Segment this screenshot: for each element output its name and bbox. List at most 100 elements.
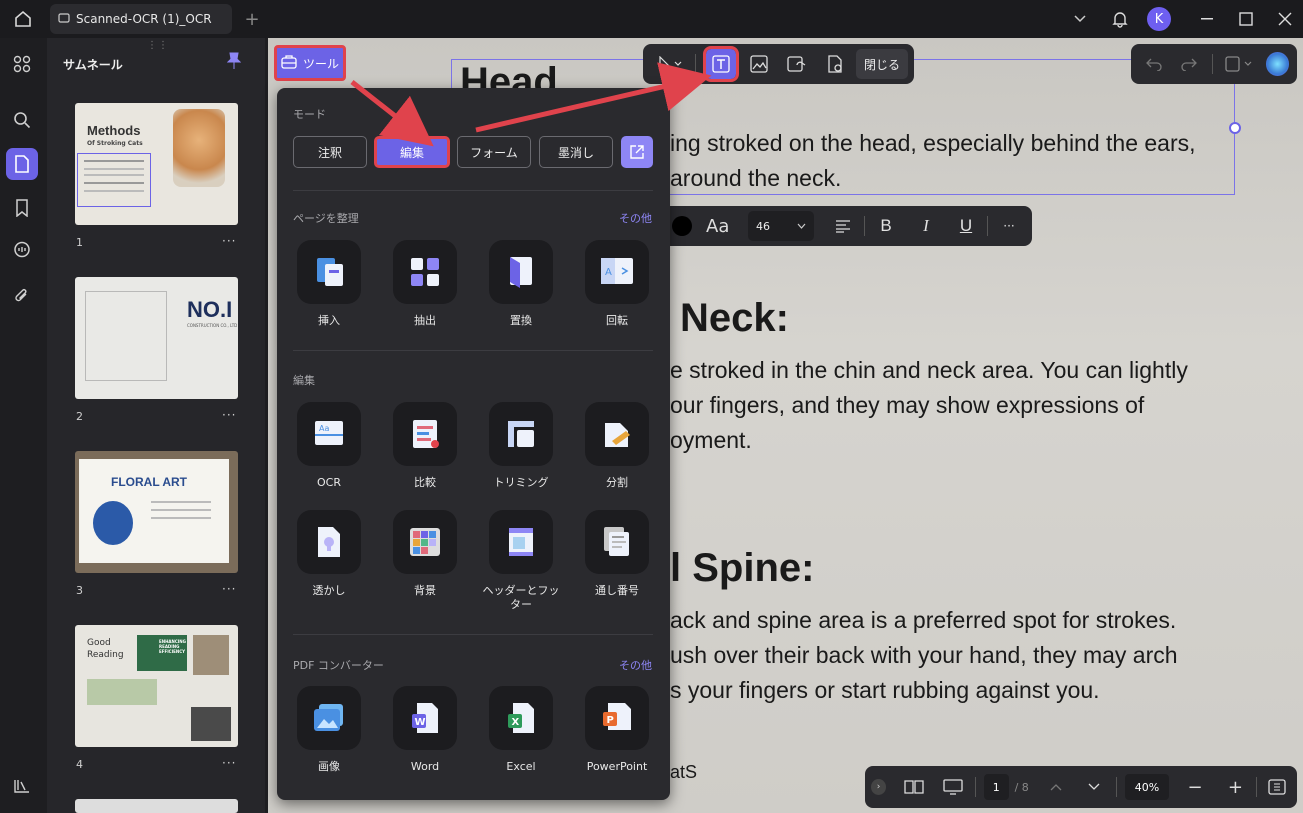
link-edit-icon[interactable] <box>782 49 812 79</box>
redo-icon[interactable] <box>1174 49 1203 79</box>
home-icon[interactable] <box>8 0 38 38</box>
header-footer-icon <box>489 510 553 574</box>
mode-form-button[interactable]: フォーム <box>457 136 531 168</box>
tool-ocr[interactable]: Aa OCR <box>289 402 369 490</box>
tool-header-footer[interactable]: ヘッダーとフッター <box>481 510 561 612</box>
thumb-more-button[interactable]: ··· <box>222 582 236 596</box>
font-size-select[interactable]: 46 <box>748 211 814 241</box>
svg-text:W: W <box>415 717 426 728</box>
tool-split[interactable]: 分割 <box>577 402 657 490</box>
footer-text: atS <box>670 762 698 782</box>
tool-watermark[interactable]: 透かし <box>289 510 369 598</box>
watermark-edit-icon[interactable] <box>820 49 850 79</box>
organize-more-link[interactable]: その他 <box>619 210 652 226</box>
tool-to-powerpoint[interactable]: P PowerPoint <box>577 686 657 774</box>
mode-annotate-button[interactable]: 注釈 <box>293 136 367 168</box>
paragraph-line: our fingers, and they may show expressio… <box>670 392 1145 418</box>
ai-assistant-icon[interactable] <box>1265 52 1289 76</box>
more-icon[interactable]: ··· <box>994 211 1024 241</box>
close-edit-button[interactable]: 閉じる <box>856 49 909 79</box>
bookmark-icon[interactable] <box>6 192 38 224</box>
mode-redact-button[interactable]: 墨消し <box>539 136 613 168</box>
text-color-swatch[interactable] <box>672 216 692 236</box>
drag-handle[interactable]: ⋮⋮ <box>147 40 169 51</box>
tool-label: OCR <box>317 476 341 489</box>
image-edit-icon[interactable] <box>744 49 774 79</box>
previous-page-icon[interactable] <box>1041 772 1069 802</box>
undo-icon[interactable] <box>1139 49 1168 79</box>
tool-label: 置換 <box>510 314 532 327</box>
tool-replace[interactable]: 置換 <box>481 240 561 328</box>
open-external-icon[interactable] <box>621 136 653 168</box>
save-icon[interactable] <box>1221 49 1258 79</box>
page-thumbnail[interactable]: Methods Of Stroking Cats <box>75 103 238 225</box>
new-tab-icon[interactable]: + <box>240 0 264 38</box>
underline-icon[interactable]: U <box>951 211 981 241</box>
tools-button-label: ツール <box>302 56 339 71</box>
bell-icon[interactable] <box>1108 0 1132 38</box>
italic-icon[interactable]: I <box>911 211 941 241</box>
tool-bates-number[interactable]: 通し番号 <box>577 510 657 598</box>
attachment-icon[interactable] <box>6 280 38 312</box>
minimize-icon[interactable] <box>1192 0 1222 38</box>
collapse-arrow-icon[interactable]: › <box>871 779 887 795</box>
thumb-more-button[interactable]: ··· <box>222 756 236 770</box>
chevron-down-icon[interactable] <box>1068 0 1092 38</box>
zoom-level[interactable]: 40% <box>1125 774 1169 800</box>
document-icon <box>58 12 70 27</box>
tool-to-excel[interactable]: X Excel <box>481 686 561 774</box>
page-thumbnail[interactable] <box>75 799 238 813</box>
tool-label: 回転 <box>606 314 628 327</box>
tool-crop[interactable]: トリミング <box>481 402 561 490</box>
tool-to-word[interactable]: W Word <box>385 686 465 774</box>
svg-text:X: X <box>512 717 520 728</box>
page-number-input[interactable]: 1 <box>983 774 1009 800</box>
tool-label: 通し番号 <box>595 584 639 597</box>
page-thumbnail[interactable]: FLORAL ART <box>75 451 238 573</box>
edit-toolbar: 閉じる <box>643 44 915 84</box>
comment-icon[interactable] <box>6 234 38 266</box>
thumb-subheading: ENHANCING READING EFFICIENCY <box>159 639 186 654</box>
page-thumbnail[interactable]: NO.I CONSTRUCTION CO., LTD <box>75 277 238 399</box>
thumb-more-button[interactable]: ··· <box>222 234 236 248</box>
tools-button[interactable]: ツール <box>274 45 346 81</box>
paragraph-line: ush over their back with your hand, they… <box>670 642 1178 668</box>
presentation-icon[interactable] <box>939 772 967 802</box>
tool-to-image[interactable]: 画像 <box>289 686 369 774</box>
resize-handle[interactable] <box>1229 122 1241 134</box>
converter-more-link[interactable]: その他 <box>619 657 652 673</box>
svg-text:P: P <box>607 715 614 726</box>
next-page-icon[interactable] <box>1080 772 1108 802</box>
page-thumbnail[interactable]: Good Reading ENHANCING READING EFFICIENC… <box>75 625 238 747</box>
text-edit-icon[interactable] <box>703 46 739 82</box>
align-icon[interactable] <box>828 211 858 241</box>
thumb-more-button[interactable]: ··· <box>222 408 236 422</box>
pages-icon[interactable] <box>6 148 38 180</box>
mode-label: モード <box>293 108 326 121</box>
tool-compare[interactable]: 比較 <box>385 402 465 490</box>
mode-edit-button[interactable]: 編集 <box>374 136 450 168</box>
fit-page-icon[interactable] <box>1263 772 1291 802</box>
close-window-icon[interactable] <box>1270 0 1300 38</box>
zoom-in-icon[interactable]: + <box>1221 772 1249 802</box>
tool-rotate[interactable]: A 回転 <box>577 240 657 328</box>
watermark-icon <box>297 510 361 574</box>
tool-extract[interactable]: 抽出 <box>385 240 465 328</box>
select-tool-icon[interactable] <box>649 49 691 79</box>
thumbnails-grid-icon[interactable] <box>6 48 38 80</box>
font-family-button[interactable]: Aa <box>706 216 736 237</box>
search-icon[interactable] <box>6 104 38 136</box>
tab-title: Scanned-OCR (1)_OCR <box>76 12 212 26</box>
bold-icon[interactable]: B <box>871 211 901 241</box>
document-tab[interactable]: Scanned-OCR (1)_OCR <box>50 4 232 34</box>
library-icon[interactable] <box>6 770 38 802</box>
heading-spine: l Spine: <box>670 546 815 590</box>
tool-background[interactable]: 背景 <box>385 510 465 598</box>
book-view-icon[interactable] <box>900 772 928 802</box>
tool-insert[interactable]: 挿入 <box>289 240 369 328</box>
pin-icon[interactable] <box>226 52 242 74</box>
tool-label: Word <box>410 760 440 773</box>
avatar[interactable]: K <box>1147 7 1171 31</box>
zoom-out-icon[interactable]: − <box>1181 772 1209 802</box>
maximize-icon[interactable] <box>1231 0 1261 38</box>
